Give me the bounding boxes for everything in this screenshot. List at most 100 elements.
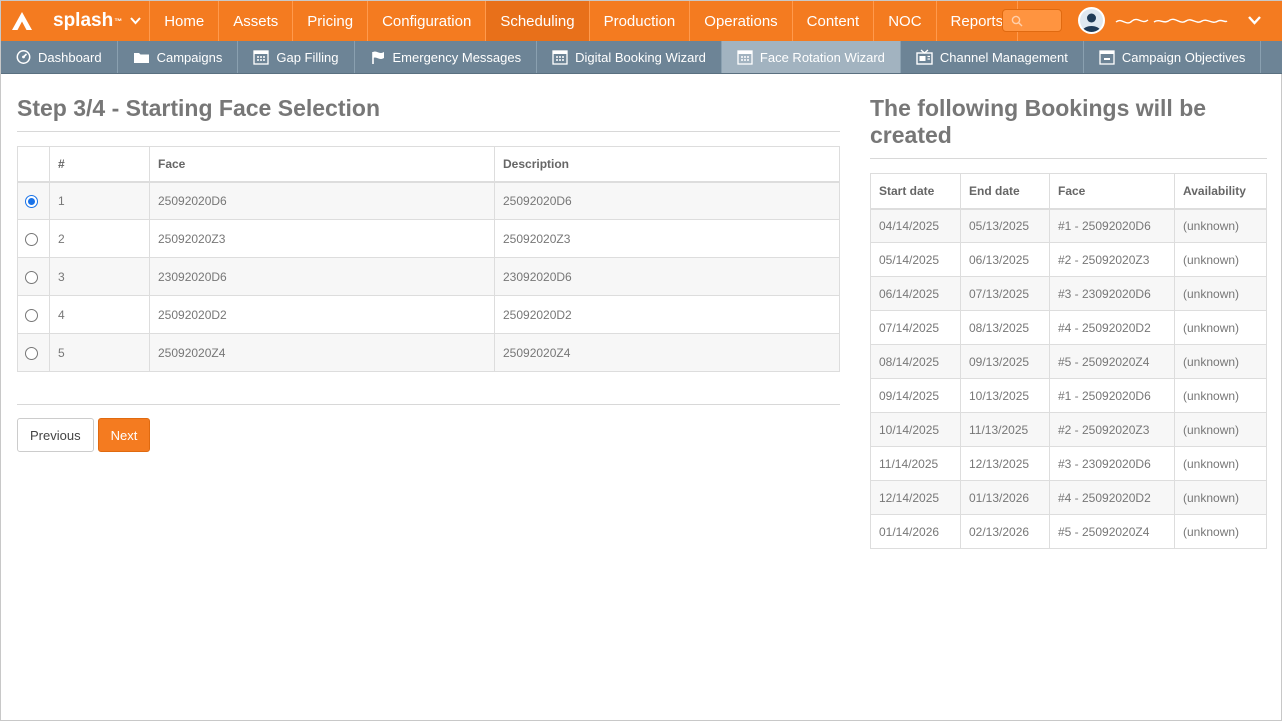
next-button[interactable]: Next [97, 418, 151, 452]
calendar-icon [737, 50, 753, 65]
face-name: 25092020Z3 [149, 219, 495, 258]
face-radio-4[interactable] [25, 308, 38, 322]
brand-name: splash [53, 10, 114, 31]
booking-face: #4 - 25092020D2 [1049, 480, 1175, 515]
availability: (unknown) [1174, 344, 1267, 379]
topnav-production[interactable]: Production [590, 1, 691, 41]
column-header-description: Description [494, 146, 840, 183]
availability: (unknown) [1174, 446, 1267, 481]
table-row: 12/14/2025 01/13/2026 #4 - 25092020D2 (unkn… [870, 480, 1267, 515]
bookings-table: Start date End date Face Availability 04… [870, 173, 1267, 549]
wizard-buttons: Previous Next [17, 418, 840, 452]
table-row: 10/14/2025 11/13/2025 #2 - 25092020Z3 (unkn… [870, 412, 1267, 447]
end-date: 07/13/2025 [960, 276, 1050, 311]
user-menu-chevron-icon[interactable] [1247, 11, 1262, 34]
search-input[interactable] [1002, 9, 1062, 32]
select-column-header [17, 146, 50, 183]
availability: (unknown) [1174, 514, 1267, 549]
face-radio-2[interactable] [25, 232, 38, 246]
radio-cell [17, 257, 50, 296]
radio-cell [17, 219, 50, 258]
calendar-icon [1099, 50, 1115, 65]
start-date: 11/14/2025 [870, 446, 961, 481]
topnav-pricing[interactable]: Pricing [293, 1, 369, 41]
face-radio-5[interactable] [25, 346, 38, 360]
start-date: 07/14/2025 [870, 310, 961, 345]
topnav-home[interactable]: Home [150, 1, 220, 41]
subnav-dashboard[interactable]: Dashboard [1, 41, 118, 73]
start-date: 09/14/2025 [870, 378, 961, 413]
topnav-assets[interactable]: Assets [219, 1, 294, 41]
face-number: 2 [49, 219, 150, 258]
brand-menu[interactable]: splash ™ [43, 1, 151, 41]
subnav-channel-management[interactable]: Channel Management [901, 41, 1084, 73]
subnav-digital-booking-wizard[interactable]: Digital Booking Wizard [537, 41, 722, 73]
face-table: # Face Description 1 25092020D6 25092020… [17, 146, 840, 372]
face-radio-3[interactable] [25, 270, 38, 284]
previous-button[interactable]: Previous [17, 418, 94, 452]
availability: (unknown) [1174, 480, 1267, 515]
table-row[interactable]: 1 25092020D6 25092020D6 [17, 181, 840, 220]
availability: (unknown) [1174, 412, 1267, 447]
topnav-content[interactable]: Content [793, 1, 875, 41]
topnav-operations[interactable]: Operations [690, 1, 793, 41]
face-radio-1[interactable] [25, 194, 38, 208]
start-date: 05/14/2025 [870, 242, 961, 277]
face-description: 25092020D6 [494, 181, 840, 220]
end-date: 02/13/2026 [960, 514, 1050, 549]
availability: (unknown) [1174, 310, 1267, 345]
availability: (unknown) [1174, 276, 1267, 311]
start-date: 06/14/2025 [870, 276, 961, 311]
end-date: 11/13/2025 [960, 412, 1050, 447]
subnav-campaigns[interactable]: Campaigns [118, 41, 239, 73]
subnav-gap-filling[interactable]: Gap Filling [238, 41, 355, 73]
booking-face: #3 - 23092020D6 [1049, 276, 1175, 311]
table-row[interactable]: 3 23092020D6 23092020D6 [17, 257, 840, 296]
table-row: 05/14/2025 06/13/2025 #2 - 25092020Z3 (unkn… [870, 242, 1267, 277]
subnav-face-rotation-wizard[interactable]: Face Rotation Wizard [721, 41, 901, 73]
subnav-face-rotation-wizard-label: Face Rotation Wizard [759, 49, 885, 65]
table-row[interactable]: 4 25092020D2 25092020D2 [17, 295, 840, 334]
end-date: 12/13/2025 [960, 446, 1050, 481]
column-header-availability: Availability [1174, 173, 1267, 210]
dashboard-icon [16, 50, 31, 64]
start-date: 12/14/2025 [870, 480, 961, 515]
table-row: 07/14/2025 08/13/2025 #4 - 25092020D2 (unkn… [870, 310, 1267, 345]
logo-icon[interactable] [1, 1, 43, 41]
booking-face: #5 - 25092020Z4 [1049, 344, 1175, 379]
end-date: 08/13/2025 [960, 310, 1050, 345]
subnav-campaigns-label: Campaigns [156, 49, 223, 65]
availability: (unknown) [1174, 378, 1267, 413]
subnav-emergency-messages[interactable]: Emergency Messages [355, 41, 538, 73]
table-row: 08/14/2025 09/13/2025 #5 - 25092020Z4 (unkn… [870, 344, 1267, 379]
subnav-emergency-messages-label: Emergency Messages [392, 49, 522, 65]
face-number: 1 [49, 181, 150, 220]
column-header-face: Face [1049, 173, 1175, 210]
end-date: 10/13/2025 [960, 378, 1050, 413]
subnav-campaign-objectives[interactable]: Campaign Objectives [1084, 41, 1262, 73]
face-name: 23092020D6 [149, 257, 495, 296]
brand-trademark: ™ [114, 16, 123, 26]
topnav-noc[interactable]: NOC [874, 1, 937, 41]
booking-face: #4 - 25092020D2 [1049, 310, 1175, 345]
topnav-configuration[interactable]: Configuration [368, 1, 487, 41]
bookings-table-header: Start date End date Face Availability [870, 173, 1267, 210]
table-row[interactable]: 2 25092020Z3 25092020Z3 [17, 219, 840, 258]
booking-face: #5 - 25092020Z4 [1049, 514, 1175, 549]
booking-face: #1 - 25092020D6 [1049, 208, 1175, 243]
table-row: 06/14/2025 07/13/2025 #3 - 23092020D6 (unkn… [870, 276, 1267, 311]
avatar[interactable] [1078, 7, 1105, 34]
divider [17, 404, 840, 405]
end-date: 09/13/2025 [960, 344, 1050, 379]
face-description: 25092020Z4 [494, 333, 840, 372]
sub-navbar: Dashboard Campaigns Gap Filling Emergenc… [1, 41, 1282, 74]
table-row[interactable]: 5 25092020Z4 25092020Z4 [17, 333, 840, 372]
bookings-panel: The following Bookings will be created S… [870, 95, 1267, 549]
topnav-scheduling[interactable]: Scheduling [486, 1, 590, 41]
column-header-end-date: End date [960, 173, 1050, 210]
column-header-number: # [49, 146, 150, 183]
face-number: 4 [49, 295, 150, 334]
booking-face: #1 - 25092020D6 [1049, 378, 1175, 413]
availability: (unknown) [1174, 242, 1267, 277]
table-row: 09/14/2025 10/13/2025 #1 - 25092020D6 (unkn… [870, 378, 1267, 413]
